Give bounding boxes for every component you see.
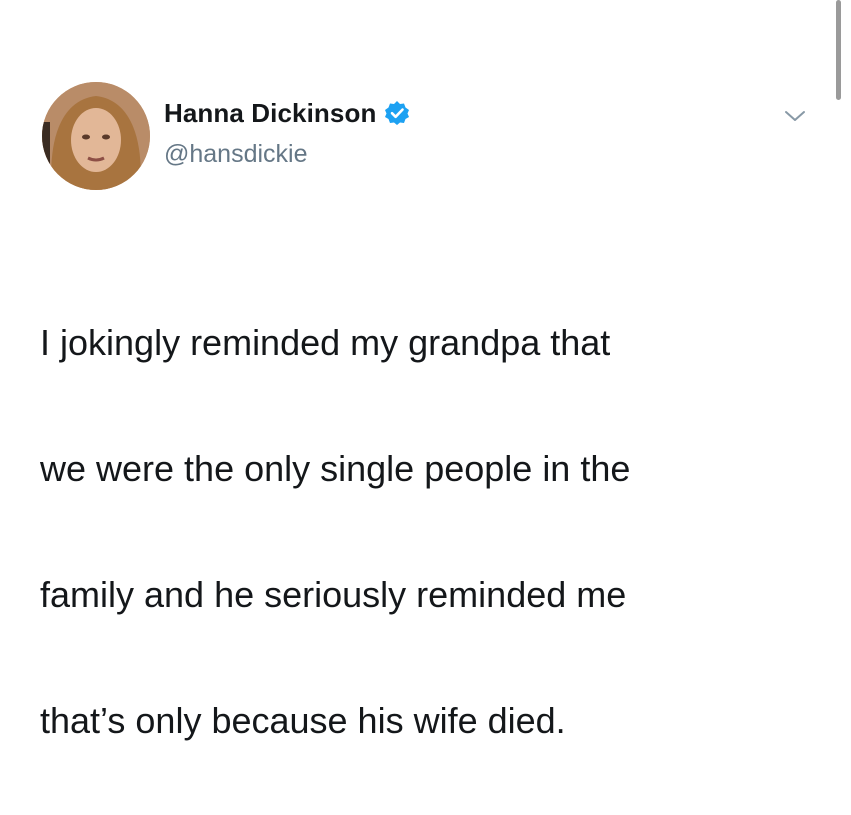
- tweet-text: I jokingly reminded my grandpa that we w…: [40, 248, 810, 815]
- tweet-text-line: that’s only because his wife died.: [40, 700, 566, 741]
- user-info: Hanna Dickinson @hansdickie: [164, 96, 410, 169]
- avatar-photo-icon: [42, 82, 150, 190]
- tweet-text-line: we were the only single people in the: [40, 448, 631, 489]
- tweet-header: Hanna Dickinson @hansdickie: [42, 82, 832, 192]
- avatar[interactable]: [42, 82, 150, 190]
- tweet-text-line: I jokingly reminded my grandpa that: [40, 322, 611, 363]
- user-handle[interactable]: @hansdickie: [164, 140, 410, 169]
- name-row: Hanna Dickinson: [164, 96, 410, 130]
- display-name[interactable]: Hanna Dickinson: [164, 98, 376, 129]
- scrollbar[interactable]: [836, 0, 841, 100]
- tweet-text-line: family and he seriously reminded me: [40, 574, 627, 615]
- chevron-down-icon[interactable]: [780, 106, 810, 126]
- tweet-card: Hanna Dickinson @hansdickie I jokingly r…: [0, 0, 851, 741]
- verified-badge-icon: [384, 100, 410, 126]
